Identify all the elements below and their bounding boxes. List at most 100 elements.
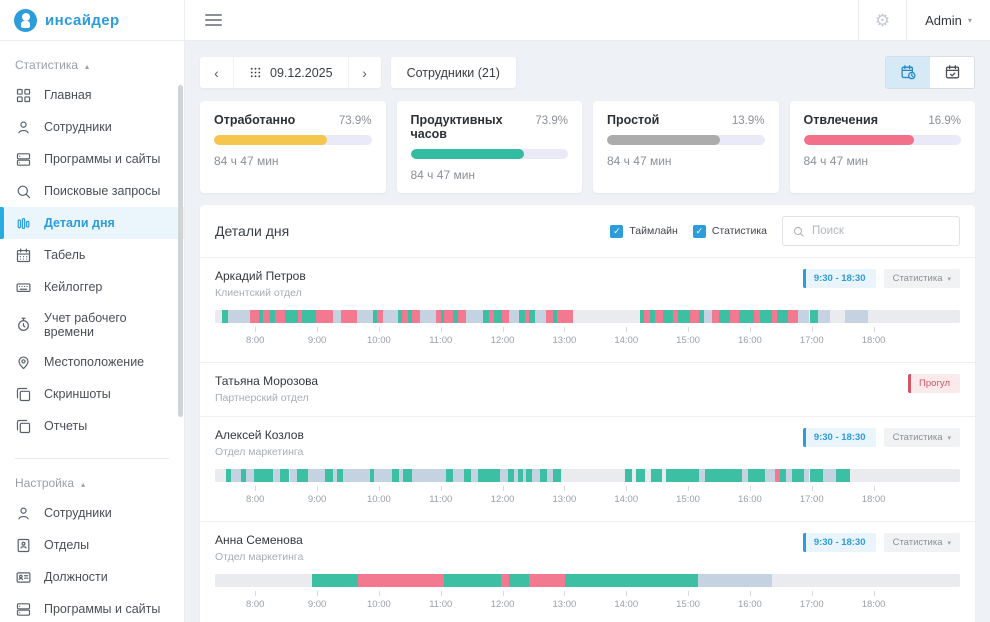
stat-card-header: Продуктивных часов73.9% [411,113,569,141]
time-axis-tick [812,327,813,332]
timeline-segment-idle [535,310,545,323]
timeline-segment-productive [297,469,308,482]
hamburger-menu-icon[interactable] [205,14,222,26]
filter-checkbox-1[interactable]: ✓Статистика [693,225,767,238]
timeline-segment-productive [403,469,411,482]
schedule-badge[interactable]: 9:30 - 18:30 [803,428,876,447]
timeline-segment-idle [343,469,370,482]
time-axis-label: 9:00 [308,335,327,346]
stat-value: 84 ч 47 мин [804,154,962,168]
sidebar-divider [15,458,169,459]
chevron-down-icon: ▾ [947,275,951,283]
main-area: ⚙ Admin ▾ ‹ 09.12.2025 › [185,0,990,622]
employee-row-0: Аркадий ПетровКлиентский отдел9:30 - 18:… [200,257,975,362]
timeline-segment-productive [392,469,399,482]
sidebar-item-1-2[interactable]: Должности [0,561,184,593]
time-axis-tick [812,486,813,491]
time-axis-tick [688,327,689,332]
schedule-badge[interactable]: 9:30 - 18:30 [803,533,876,552]
time-axis-tick [874,327,875,332]
checkbox-checked-icon[interactable]: ✓ [610,225,623,238]
sidebar-item-label: Главная [44,88,92,102]
sidebar-item-0-2[interactable]: Программы и сайты [0,143,184,175]
sidebar-item-0-3[interactable]: Поисковые запросы [0,175,184,207]
sidebar-item-0-0[interactable]: Главная [0,79,184,111]
timeline-segment-distraction [529,574,565,587]
checkbox-label: Таймлайн [629,225,678,237]
stat-progress-fill [607,135,720,145]
timeline-segment-idle [547,469,554,482]
time-axis-tick [503,591,504,596]
sidebar-item-0-5[interactable]: Табель [0,239,184,271]
sidebar-section-label: Статистика [15,58,78,72]
next-day-button[interactable]: › [348,57,381,88]
settings-button[interactable]: ⚙ [858,0,906,40]
time-axis-label: 15:00 [676,599,700,610]
sidebar-item-0-4[interactable]: Детали дня [0,207,184,239]
employees-filter-button[interactable]: Сотрудники (21) [391,57,516,88]
sidebar-scrollbar[interactable] [178,85,183,417]
calendar-dots-icon [249,66,262,79]
statistics-dropdown[interactable]: Статистика▾ [884,533,960,552]
sidebar-item-1-0[interactable]: Сотрудники [0,497,184,529]
stat-title: Продуктивных часов [411,113,536,141]
brand-logo[interactable]: инсайдер [0,0,184,41]
time-axis: 8:009:0010:0011:0012:0013:0014:0015:0016… [215,483,960,513]
user-menu-button[interactable]: Admin ▾ [906,0,990,40]
timeline-segment-distraction [275,310,285,323]
chevron-right-icon: › [362,66,367,80]
timeline-view-button[interactable] [886,57,930,88]
sidebar-item-0-1[interactable]: Сотрудники [0,111,184,143]
timeline-segment-productive [705,469,742,482]
sidebar-item-0-6[interactable]: Кейлоггер [0,271,184,303]
section-title: Детали дня [215,223,289,239]
timeline-segment-distraction [458,310,466,323]
activity-timeline[interactable] [215,574,960,587]
checkbox-checked-icon[interactable]: ✓ [693,225,706,238]
time-axis-tick [626,327,627,332]
sidebar-item-0-7[interactable]: Учет рабочего времени [0,303,184,346]
activity-timeline[interactable] [215,310,960,323]
time-axis-tick [503,486,504,491]
sidebar-item-label: Местоположение [44,355,144,369]
timeline-segment-distraction [412,310,420,323]
sidebar-item-0-8[interactable]: Местоположение [0,346,184,378]
statistics-dropdown[interactable]: Статистика▾ [884,269,960,288]
stat-title: Отвлечения [804,113,879,127]
apps-icon [15,601,32,618]
timeline-segment-idle [333,310,340,323]
sidebar-section-toggle[interactable]: Настройка▴ [15,476,169,490]
sidebar-item-1-1[interactable]: Отделы [0,529,184,561]
date-picker-button[interactable]: 09.12.2025 [233,57,348,88]
time-axis-tick [317,327,318,332]
time-axis-label: 9:00 [308,494,327,505]
time-axis-label: 17:00 [800,494,824,505]
timeline-segment-idle [228,310,250,323]
timeline-segment-idle [231,469,241,482]
time-axis-label: 15:00 [676,494,700,505]
search-input[interactable] [812,225,950,237]
sidebar-item-0-9[interactable]: Скриншоты [0,378,184,410]
time-axis-label: 8:00 [246,335,265,346]
activity-timeline[interactable] [215,469,960,482]
employee-row-header: Аркадий ПетровКлиентский отдел9:30 - 18:… [215,269,960,299]
table-view-button[interactable] [930,57,974,88]
calendar-clock-icon [900,64,917,81]
time-axis: 8:009:0010:0011:0012:0013:0014:0015:0016… [215,588,960,618]
time-axis-label: 16:00 [738,494,762,505]
prev-day-button[interactable]: ‹ [200,57,233,88]
sidebar-item-0-10[interactable]: Отчеты [0,410,184,442]
time-axis-tick [626,591,627,596]
sidebar-item-1-3[interactable]: Программы и сайты [0,593,184,622]
filter-checkbox-0[interactable]: ✓ Таймлайн [610,225,678,238]
person-icon [15,119,32,136]
timeline-segment-productive [540,469,547,482]
employee-row-header: Татьяна МорозоваПартнерский отделПрогул [215,374,960,404]
schedule-badge[interactable]: 9:30 - 18:30 [803,269,876,288]
timeline-segment-productive [254,469,273,482]
stat-card-1: Продуктивных часов73.9%84 ч 47 мин [397,101,583,193]
sidebar-section-toggle[interactable]: Статистика ▴ [15,58,169,72]
chevron-up-icon: ▴ [81,480,85,489]
statistics-dropdown[interactable]: Статистика▾ [884,428,960,447]
chevron-up-icon: ▴ [85,62,89,71]
